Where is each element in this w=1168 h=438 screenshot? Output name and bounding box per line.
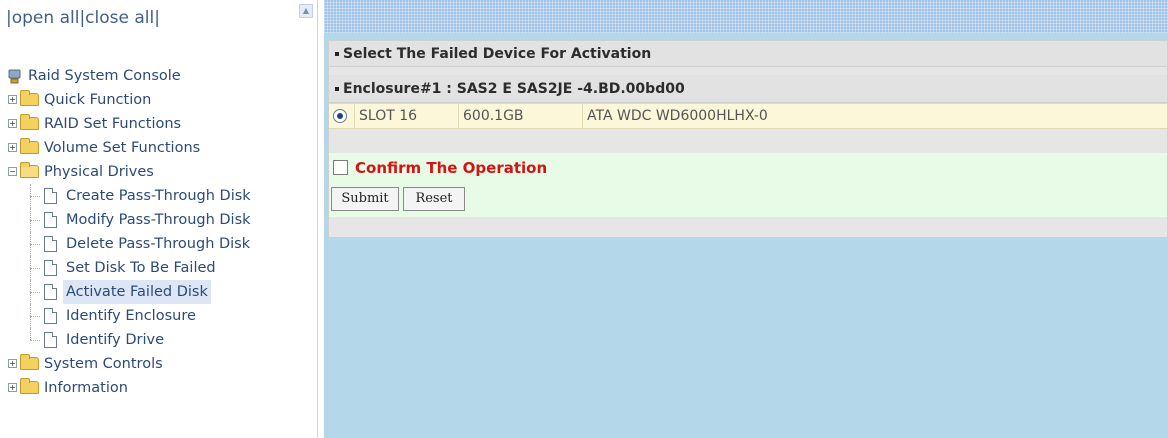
expand-plus-icon[interactable]: + bbox=[8, 359, 17, 368]
activate-failed-disk-panel: Select The Failed Device For Activation … bbox=[328, 40, 1168, 238]
tree-connector bbox=[30, 340, 40, 341]
console-icon bbox=[8, 69, 21, 84]
drive-slot: SLOT 16 bbox=[355, 104, 459, 128]
page-icon bbox=[44, 236, 57, 252]
page-icon bbox=[44, 284, 57, 300]
expand-plus-icon[interactable]: + bbox=[8, 383, 17, 392]
page-icon bbox=[44, 188, 57, 204]
drive-select-cell[interactable] bbox=[329, 104, 355, 128]
tree-folder-label: Information bbox=[44, 380, 128, 396]
folder-icon bbox=[20, 138, 39, 154]
page-icon bbox=[44, 212, 57, 228]
drive-row[interactable]: SLOT 16 600.1GB ATA WDC WD6000HLHX-0 bbox=[329, 103, 1167, 129]
page-icon bbox=[44, 308, 57, 324]
tree-folder-label: Physical Drives bbox=[44, 164, 154, 180]
folder-icon bbox=[20, 378, 39, 394]
expand-plus-icon[interactable]: + bbox=[8, 95, 17, 104]
page-title-text: Select The Failed Device For Activation bbox=[343, 46, 652, 62]
tree-folder-label: Quick Function bbox=[44, 92, 152, 108]
close-all-link[interactable]: close all bbox=[85, 8, 154, 28]
drive-model: ATA WDC WD6000HLHX-0 bbox=[587, 108, 768, 124]
tree-folder-label: Volume Set Functions bbox=[44, 140, 201, 156]
tree-folder-label: RAID Set Functions bbox=[44, 116, 182, 132]
tree-item-label: Delete Pass-Through Disk bbox=[66, 236, 251, 252]
enclosure-header: Enclosure#1 : SAS2 E SAS2JE -4.BD.00bd00 bbox=[329, 75, 1167, 103]
open-folder-icon bbox=[20, 162, 39, 178]
bullet-icon bbox=[335, 87, 339, 91]
collapse-minus-icon[interactable]: − bbox=[8, 167, 17, 176]
tree-folder-label: System Controls bbox=[44, 356, 163, 372]
tree-connector bbox=[30, 244, 40, 245]
expand-plus-icon[interactable]: + bbox=[8, 143, 17, 152]
top-banner bbox=[324, 0, 1168, 33]
tree-root-label: Raid System Console bbox=[28, 68, 181, 84]
content-frame: Select The Failed Device For Activation … bbox=[324, 0, 1168, 438]
page-icon bbox=[44, 260, 57, 276]
page-icon bbox=[44, 332, 57, 348]
tree-toggle-bar: |open all|close all| bbox=[6, 8, 296, 36]
folder-icon bbox=[20, 114, 39, 130]
page-title: Select The Failed Device For Activation bbox=[329, 41, 1167, 67]
tree-item-label: Set Disk To Be Failed bbox=[66, 260, 216, 276]
tree-connector bbox=[30, 268, 40, 269]
confirm-area: Confirm The Operation Submit Reset bbox=[329, 153, 1167, 217]
tree-connector bbox=[30, 196, 40, 197]
drive-radio-button[interactable] bbox=[333, 109, 347, 123]
reset-button[interactable]: Reset bbox=[403, 187, 465, 211]
tree-item-label: Identify Enclosure bbox=[66, 308, 196, 324]
separator-right: | bbox=[154, 8, 160, 28]
drive-capacity: 600.1GB bbox=[459, 104, 583, 128]
navigation-frame: |open all|close all| ▲ Raid System Conso… bbox=[0, 0, 318, 438]
folder-icon bbox=[20, 90, 39, 106]
tree-item-label: Identify Drive bbox=[66, 332, 165, 348]
expand-plus-icon[interactable]: + bbox=[8, 119, 17, 128]
tree-item-label-selected: Activate Failed Disk bbox=[63, 280, 211, 304]
open-all-link[interactable]: open all bbox=[12, 8, 80, 28]
bullet-icon bbox=[335, 52, 339, 56]
tree-connector bbox=[30, 316, 40, 317]
confirm-checkbox[interactable] bbox=[333, 160, 348, 175]
tree-item-label: Modify Pass-Through Disk bbox=[66, 212, 251, 228]
enclosure-name: Enclosure#1 : SAS2 E SAS2JE -4.BD.00bd00 bbox=[343, 81, 685, 97]
tree-item-label: Create Pass-Through Disk bbox=[66, 188, 251, 204]
confirm-label: Confirm The Operation bbox=[355, 159, 548, 177]
tree-connector bbox=[30, 328, 31, 340]
scroll-up-arrow-icon[interactable]: ▲ bbox=[299, 4, 313, 18]
tree-connector bbox=[30, 292, 40, 293]
folder-icon bbox=[20, 354, 39, 370]
submit-button[interactable]: Submit bbox=[331, 187, 399, 211]
tree-connector bbox=[30, 220, 40, 221]
